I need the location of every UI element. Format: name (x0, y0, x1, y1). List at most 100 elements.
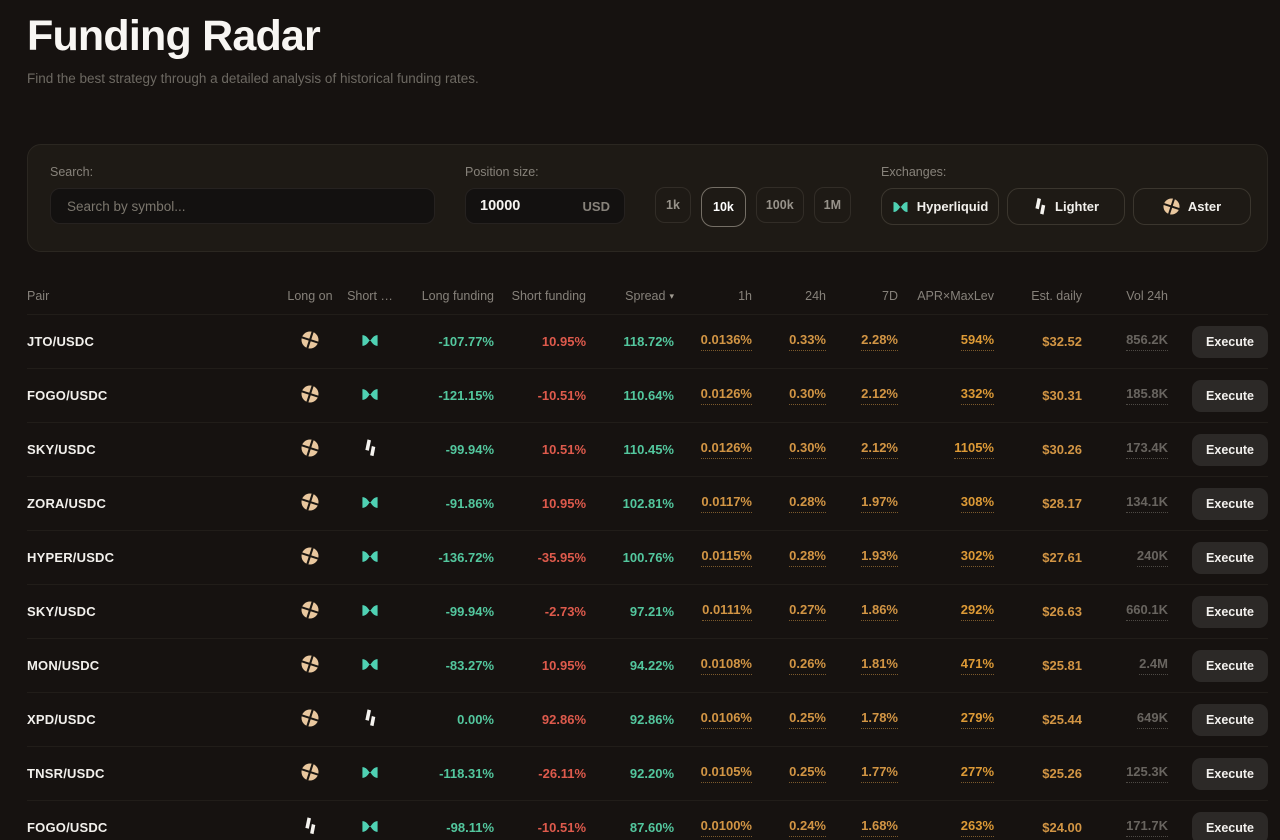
apr-maxlev-cell-value[interactable]: 594% (960, 332, 994, 351)
column-header-short_funding[interactable]: Short funding (494, 289, 586, 303)
execute-button[interactable]: Execute (1192, 811, 1268, 840)
column-header-spread[interactable]: Spread ▾ (586, 289, 674, 303)
column-header-apr[interactable]: APR×MaxLev (898, 289, 994, 303)
execute-button[interactable]: Execute (1192, 541, 1268, 574)
rate-7d-cell-value[interactable]: 2.28% (861, 332, 898, 351)
exchange-button-hyperliquid[interactable]: Hyperliquid (881, 188, 1000, 225)
rate-24h-cell: 0.33% (752, 332, 826, 351)
apr-maxlev-cell-value[interactable]: 471% (960, 656, 994, 675)
vol-24h-cell-value[interactable]: 134.1K (1126, 494, 1168, 513)
column-header-d7[interactable]: 7D (826, 289, 898, 303)
apr-maxlev-cell: 594% (898, 332, 994, 351)
rate-1h-cell-value[interactable]: 0.0106% (700, 710, 752, 729)
execute-button[interactable]: Execute (1192, 433, 1268, 466)
apr-maxlev-cell: 471% (898, 656, 994, 675)
execute-button[interactable]: Execute (1192, 649, 1268, 682)
rate-1h-cell-value[interactable]: 0.0111% (702, 602, 752, 621)
column-header-h24[interactable]: 24h (752, 289, 826, 303)
rate-24h-cell-value[interactable]: 0.25% (789, 764, 826, 783)
column-header-short_on[interactable]: Short … (338, 289, 402, 303)
size-preset-1k[interactable]: 1k (655, 187, 691, 223)
spread-cell: 92.20% (629, 766, 674, 781)
execute-button[interactable]: Execute (1192, 595, 1268, 628)
apr-maxlev-cell-value[interactable]: 302% (960, 548, 994, 567)
column-header-long_on[interactable]: Long on (282, 289, 338, 303)
execute-button[interactable]: Execute (1192, 703, 1268, 736)
apr-maxlev-cell-value[interactable]: 292% (960, 602, 994, 621)
apr-maxlev-cell-value[interactable]: 279% (960, 710, 994, 729)
rate-7d-cell-value[interactable]: 1.86% (861, 602, 898, 621)
exchange-button-lighter[interactable]: Lighter (1007, 188, 1126, 225)
vol-24h-cell-value[interactable]: 240K (1136, 548, 1168, 567)
position-size-input[interactable] (480, 198, 570, 214)
apr-maxlev-cell-value[interactable]: 308% (960, 494, 994, 513)
column-header-h1[interactable]: 1h (674, 289, 752, 303)
vol-24h-cell-value[interactable]: 649K (1136, 710, 1168, 729)
vol-24h-cell: 660.1K (1082, 602, 1168, 621)
size-preset-10k[interactable]: 10k (701, 187, 746, 227)
apr-maxlev-cell-value[interactable]: 1105% (954, 440, 994, 459)
size-preset-1m[interactable]: 1M (813, 187, 852, 223)
vol-24h-cell-value[interactable]: 185.8K (1126, 386, 1168, 405)
rate-7d-cell-value[interactable]: 1.93% (861, 548, 898, 567)
rate-24h-cell-value[interactable]: 0.28% (789, 548, 826, 567)
rate-24h-cell-value[interactable]: 0.24% (789, 818, 826, 837)
rate-1h-cell-value[interactable]: 0.0126% (700, 440, 752, 459)
table-row: FOGO/USDC -121.15% -10.51% 110.64% 0.0126% 0… (27, 368, 1268, 422)
long-funding-cell: 0.00% (457, 712, 494, 727)
size-preset-100k[interactable]: 100k (755, 187, 804, 223)
execute-button[interactable]: Execute (1192, 487, 1268, 520)
est-daily-cell: $26.63 (1042, 604, 1082, 619)
long-funding-cell: -107.77% (438, 334, 494, 349)
column-header-vol[interactable]: Vol 24h (1082, 289, 1168, 303)
apr-maxlev-cell-value[interactable]: 263% (960, 818, 994, 837)
action-cell: Execute (1168, 703, 1268, 736)
vol-24h-cell-value[interactable]: 2.4M (1139, 656, 1168, 675)
rate-7d-cell-value[interactable]: 1.68% (861, 818, 898, 837)
rate-7d-cell-value[interactable]: 2.12% (861, 386, 898, 405)
rate-24h-cell-value[interactable]: 0.26% (789, 656, 826, 675)
rate-24h-cell-value[interactable]: 0.33% (789, 332, 826, 351)
vol-24h-cell-value[interactable]: 173.4K (1126, 440, 1168, 459)
execute-button[interactable]: Execute (1192, 325, 1268, 358)
vol-24h-cell: 185.8K (1082, 386, 1168, 405)
spread-cell: 118.72% (623, 334, 674, 349)
rate-7d-cell-value[interactable]: 2.12% (861, 440, 898, 459)
column-header-long_funding[interactable]: Long funding (402, 289, 494, 303)
apr-maxlev-cell-value[interactable]: 332% (960, 386, 994, 405)
vol-24h-cell-value[interactable]: 856.2K (1126, 332, 1168, 351)
short-funding-cell: 92.86% (541, 712, 586, 727)
column-header-est_daily[interactable]: Est. daily (994, 289, 1082, 303)
rate-24h-cell-value[interactable]: 0.27% (789, 602, 826, 621)
action-cell: Execute (1168, 325, 1268, 358)
spread-cell: 110.45% (623, 442, 674, 457)
rate-24h-cell-value[interactable]: 0.25% (789, 710, 826, 729)
rate-1h-cell-value[interactable]: 0.0108% (700, 656, 752, 675)
exchange-button-aster[interactable]: Aster (1133, 188, 1252, 225)
execute-button[interactable]: Execute (1192, 379, 1268, 412)
action-cell: Execute (1168, 379, 1268, 412)
vol-24h-cell-value[interactable]: 171.7K (1126, 818, 1168, 837)
rate-24h-cell-value[interactable]: 0.30% (789, 386, 826, 405)
apr-maxlev-cell-value[interactable]: 277% (960, 764, 994, 783)
search-input[interactable] (50, 188, 435, 224)
rate-1h-cell-value[interactable]: 0.0117% (701, 494, 752, 513)
rate-1h-cell-value[interactable]: 0.0136% (700, 332, 752, 351)
rate-7d-cell-value[interactable]: 1.97% (861, 494, 898, 513)
long-on-cell (282, 331, 338, 352)
rate-1h-cell-value[interactable]: 0.0100% (700, 818, 752, 837)
rate-7d-cell-value[interactable]: 1.81% (861, 656, 898, 675)
column-header-pair[interactable]: Pair (27, 289, 282, 303)
rate-7d-cell-value[interactable]: 1.78% (861, 710, 898, 729)
rate-1h-cell-value[interactable]: 0.0105% (700, 764, 752, 783)
rate-1h-cell-value[interactable]: 0.0126% (700, 386, 752, 405)
vol-24h-cell-value[interactable]: 660.1K (1126, 602, 1168, 621)
rate-24h-cell-value[interactable]: 0.28% (789, 494, 826, 513)
hyperliquid-icon (361, 334, 379, 350)
rate-24h-cell-value[interactable]: 0.30% (789, 440, 826, 459)
vol-24h-cell-value[interactable]: 125.3K (1126, 764, 1168, 783)
rate-1h-cell-value[interactable]: 0.0115% (701, 548, 752, 567)
execute-button[interactable]: Execute (1192, 757, 1268, 790)
rate-7d-cell-value[interactable]: 1.77% (861, 764, 898, 783)
size-presets: 1k 10k 100k 1M (655, 187, 852, 227)
